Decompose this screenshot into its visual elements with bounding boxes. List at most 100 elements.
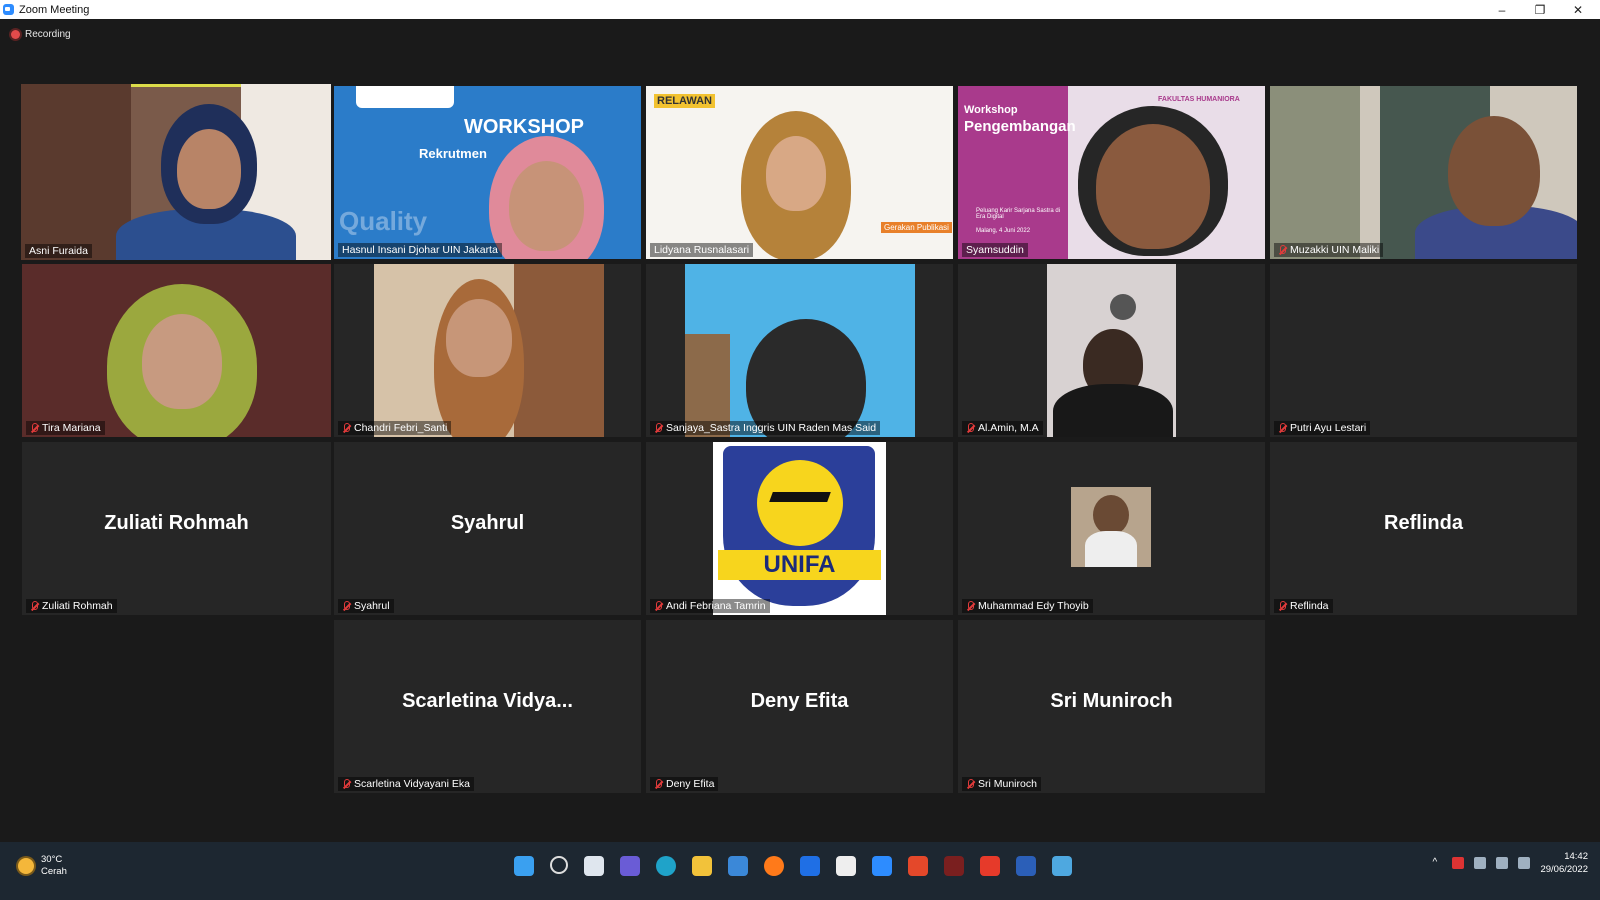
profile-picture [1071,487,1151,567]
name-label: Chandri Febri_Santi [338,421,452,435]
muted-mic-icon [966,778,975,790]
participant-display-name: Sri Muniroch [1050,690,1173,712]
participant-display-name: Zuliati Rohmah [104,512,249,534]
mail-icon[interactable] [728,856,748,876]
muted-mic-icon [966,422,975,434]
name-label: Muzakki UIN Maliki [1274,243,1384,257]
video-tile-lidyana[interactable]: RELAWAN Gerakan Publikasi Lidyana Rusnal… [646,86,953,259]
muted-mic-icon [342,778,351,790]
microphone-icon[interactable] [1474,857,1487,869]
muted-mic-icon [654,422,663,434]
weather-widget[interactable]: 30°C Cerah [18,854,67,878]
record-icon [11,30,20,39]
dropbox-icon[interactable] [800,856,820,876]
slide-text: Rekrutmen [419,146,487,161]
video-tile-muzakki[interactable]: Muzakki UIN Maliki [1270,86,1577,259]
name-label: Tira Mariana [26,421,105,435]
video-tile-reflinda[interactable]: Reflinda Reflinda [1270,442,1577,615]
amazon-icon[interactable] [836,856,856,876]
weather-temp: 30°C [41,854,63,865]
close-icon[interactable]: ✕ [1560,0,1596,19]
search-icon[interactable] [550,856,568,874]
slide-text: Malang, 4 Juni 2022 [976,228,1031,234]
clock[interactable]: 14:42 29/06/2022 [1540,850,1588,876]
muted-mic-icon [30,422,39,434]
system-tray: ^ 14:42 29/06/2022 [1432,850,1588,876]
muted-mic-icon [30,600,39,612]
participant-display-name: Scarletina Vidya... [402,690,573,712]
edge-icon[interactable] [656,856,676,876]
minimize-icon[interactable]: – [1484,0,1520,19]
logos-strip [356,86,454,108]
checkmark-app-icon[interactable] [944,856,964,876]
muted-mic-icon [966,600,975,612]
name-label: Asni Furaida [25,244,92,258]
video-tile-andi-febriana[interactable]: UNIFA Andi Febriana Tamrin [646,442,953,615]
participant-display-name: Syahrul [450,512,525,534]
slide-text: Peluang Karir Sarjana Sastra di Era Digi… [976,208,1061,220]
participant-face [177,129,241,209]
office-icon[interactable] [908,856,928,876]
time-label: 14:42 [1564,851,1588,862]
slide-watermark: Quality [339,206,428,236]
video-tile-putri-ayu[interactable]: Putri Ayu Lestari [1270,264,1577,437]
slide-text: WORKSHOP [464,116,584,138]
video-tile-sanjaya[interactable]: Sanjaya_Sastra Inggris UIN Raden Mas Sai… [646,264,953,437]
windows-start-icon[interactable] [514,856,534,876]
dartboard-icon [1110,294,1136,320]
video-tile-scarletina[interactable]: Scarletina Vidya... Scarletina Vidyayani… [334,620,641,793]
taskbar-apps [514,856,1072,876]
name-label: Sri Muniroch [962,777,1041,791]
volume-icon[interactable] [1518,857,1531,869]
video-tile-tira-mariana[interactable]: Tira Mariana [22,264,331,437]
restore-icon[interactable]: ❐ [1522,0,1558,19]
participant-face [142,314,222,409]
file-explorer-icon[interactable] [692,856,712,876]
firefox-icon[interactable] [764,856,784,876]
video-tile-muhammad-edy[interactable]: Muhammad Edy Thoyib [958,442,1265,615]
zoom-icon[interactable] [872,856,892,876]
participant-face [746,319,866,437]
word-icon[interactable] [1016,856,1036,876]
graduation-cap-icon [769,492,831,502]
date-label: 29/06/2022 [1540,864,1588,875]
window-title: Zoom Meeting [19,3,90,16]
video-tile-hasnul-insani[interactable]: WORKSHOP Rekrutmen Quality Hasnul Insani… [334,86,641,259]
photos-icon[interactable] [1052,856,1072,876]
pdf-reader-icon[interactable] [980,856,1000,876]
participant-face [509,161,584,251]
video-tile-chandri[interactable]: Chandri Febri_Santi [334,264,641,437]
participant-display-name: Deny Efita [750,690,849,712]
unifa-logo: UNIFA [713,442,886,615]
participant-face [766,136,826,211]
slide-text: Workshop [964,104,1018,116]
video-tile-syahrul[interactable]: Syahrul Syahrul [334,442,641,615]
video-tile-sri-muniroch[interactable]: Sri Muniroch Sri Muniroch [958,620,1265,793]
task-view-icon[interactable] [584,856,604,876]
muted-mic-icon [1278,600,1287,612]
name-label: Reflinda [1274,599,1333,613]
name-label: Deny Efita [650,777,719,791]
chat-icon[interactable] [620,856,640,876]
name-label: Zuliati Rohmah [26,599,117,613]
name-label: Hasnul Insani Djohar UIN Jakarta [338,243,502,257]
chevron-up-icon[interactable]: ^ [1432,857,1442,869]
name-label: Syamsuddin [962,243,1028,257]
antivirus-icon[interactable] [1452,857,1465,869]
recording-label: Recording [25,29,71,40]
muted-mic-icon [342,422,351,434]
video-tile-al-amin[interactable]: Al.Amin, M.A [958,264,1265,437]
network-icon[interactable] [1496,857,1509,869]
title-bar: Zoom Meeting – ❐ ✕ [0,0,1600,19]
video-tile-syamsuddin[interactable]: Workshop Pengembangan Peluang Karir Sarj… [958,86,1265,259]
name-label: Muhammad Edy Thoyib [962,599,1093,613]
participant-display-name: Reflinda [1384,512,1463,534]
zoom-app-icon [3,4,14,15]
name-label: Sanjaya_Sastra Inggris UIN Raden Mas Sai… [650,421,881,435]
video-tile-zuliati[interactable]: Zuliati Rohmah Zuliati Rohmah [22,442,331,615]
video-tile-deny-efita[interactable]: Deny Efita Deny Efita [646,620,953,793]
video-tile-asni-furaida[interactable]: Asni Furaida [21,84,331,260]
recording-indicator[interactable]: Recording [11,29,71,40]
slide-text: Pengembangan [964,118,1076,135]
muted-mic-icon [654,600,663,612]
